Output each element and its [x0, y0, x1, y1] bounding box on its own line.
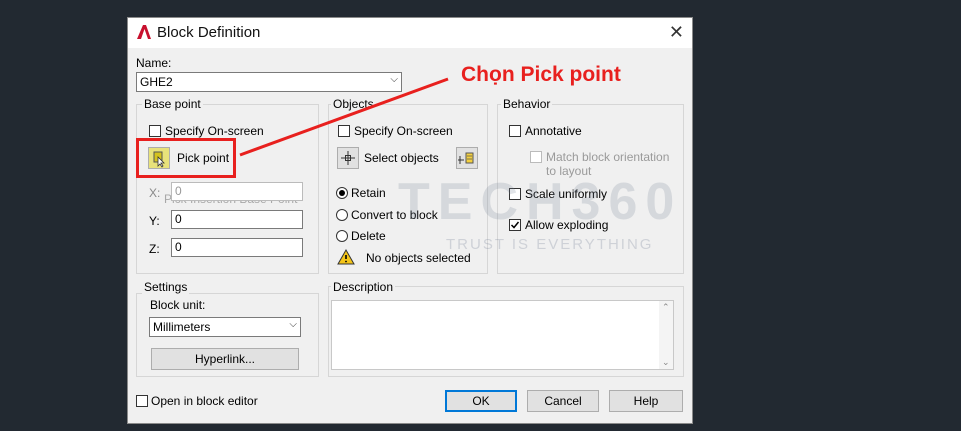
annotation-caption: Chọn Pick point: [461, 63, 621, 86]
